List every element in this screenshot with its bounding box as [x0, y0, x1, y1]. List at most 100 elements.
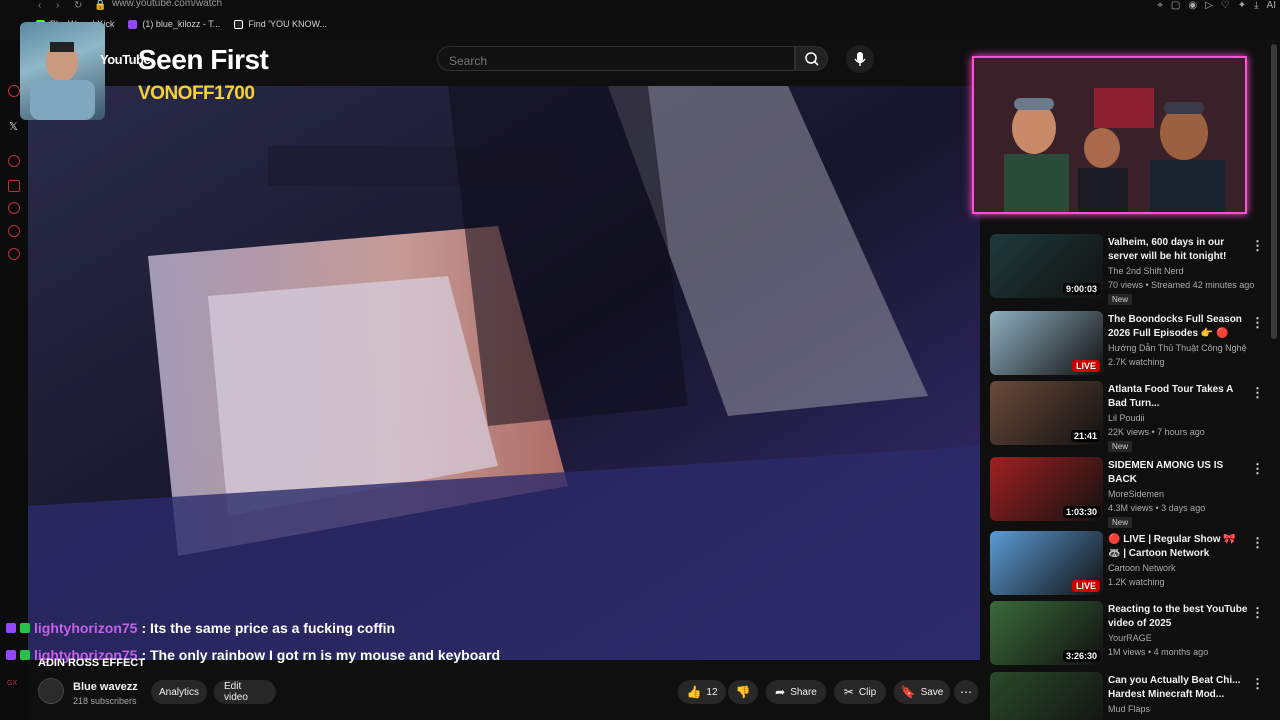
more-icon[interactable]: ⋮ — [1251, 385, 1264, 401]
chat-text: : Its the same price as a fucking coffin — [141, 620, 396, 636]
rail-bookmark-icon[interactable] — [8, 180, 20, 192]
new-badge: New — [1108, 441, 1133, 452]
dislike-button[interactable]: 👎 — [728, 680, 758, 704]
new-badge: New — [1108, 294, 1133, 305]
overlay-caption: ADIN ROSS EFFECT — [38, 657, 145, 669]
recommendations-list: 9:00:03 Valheim, 600 days in our server w… — [990, 214, 1270, 720]
rail-settings-icon[interactable] — [8, 248, 20, 260]
chat-username: lightyhorizon75 — [34, 620, 138, 636]
recommendation-channel[interactable]: The 2nd Shift Nerd — [1108, 266, 1184, 276]
rail-chat-icon[interactable] — [8, 225, 20, 237]
recommendation-meta: 4.3M views • 3 days ago — [1108, 503, 1206, 513]
heart-icon[interactable]: ♡ — [1221, 0, 1230, 11]
recommendation-channel[interactable]: MoreSidemen — [1108, 489, 1164, 499]
more-actions-button[interactable]: ⋯ — [954, 680, 978, 704]
search-input[interactable] — [437, 46, 795, 71]
shield-icon[interactable]: ◉ — [1188, 0, 1197, 11]
video-thumbnail[interactable]: 3:26:30 — [990, 601, 1103, 665]
recommendation-item[interactable]: 9:00:03 Valheim, 600 days in our server w… — [990, 234, 1270, 306]
copy-icon[interactable]: ▢ — [1171, 0, 1180, 11]
live-badge: LIVE — [1071, 360, 1100, 372]
save-button[interactable]: 🔖 Save — [894, 680, 950, 704]
recommendation-title[interactable]: Can you Actually Beat Chi... Hardest Min… — [1108, 674, 1248, 702]
browser-toolbar: ‹ › ↻ 🔒 www.youtube.com/watch ⌖ ▢ ◉ ▷ ♡ … — [0, 0, 1280, 40]
search-button[interactable] — [795, 46, 828, 71]
analytics-button[interactable]: Analytics — [151, 680, 207, 704]
recommendation-channel[interactable]: YourRAGE — [1108, 633, 1152, 643]
recommendation-channel[interactable]: Mud Flaps — [1108, 704, 1150, 714]
recommendation-meta: 22K views • 7 hours ago — [1108, 427, 1205, 437]
video-thumbnail[interactable]: 21:41 — [990, 381, 1103, 445]
ai-icon[interactable]: AI — [1267, 0, 1276, 11]
recommendation-channel[interactable]: Lil Poudii — [1108, 413, 1145, 423]
nav-row: ‹ › ↻ 🔒 www.youtube.com/watch ⌖ ▢ ◉ ▷ ♡ … — [0, 0, 1280, 12]
channel-name[interactable]: Blue wavezz — [73, 681, 138, 693]
edit-video-button[interactable]: Edit video — [214, 680, 276, 704]
recommendation-channel[interactable]: Hướng Dẫn Thủ Thuật Công Nghệ — [1108, 343, 1247, 353]
recommendation-title[interactable]: The Boondocks Full Season 2026 Full Epis… — [1108, 313, 1248, 341]
video-thumbnail[interactable] — [990, 672, 1103, 720]
video-thumbnail[interactable]: LIVE — [990, 311, 1103, 375]
more-icon[interactable]: ⋮ — [1251, 605, 1264, 621]
video-player[interactable] — [28, 86, 980, 660]
thumbs-up-icon: 👍 — [686, 685, 702, 699]
more-icon[interactable]: ⋮ — [1251, 238, 1264, 254]
rail-clock-icon[interactable] — [8, 202, 20, 214]
x-icon[interactable]: 𝕏 — [9, 120, 18, 133]
video-thumbnail[interactable]: 1:03:30 — [990, 457, 1103, 521]
bookmark-twitch[interactable]: (1) blue_kilozz - T... — [128, 19, 220, 29]
like-button[interactable]: 👍 12 — [678, 680, 726, 704]
recommendation-title[interactable]: Reacting to the best YouTube video of 20… — [1108, 603, 1248, 631]
recommendation-title[interactable]: SIDEMEN AMONG US IS BACK — [1108, 459, 1248, 487]
voice-search-button[interactable] — [846, 45, 874, 73]
recommendation-item[interactable]: LIVE 🔴 LIVE | Regular Show 🎀 🦝 | Cartoon … — [990, 531, 1270, 603]
channel-avatar[interactable] — [38, 678, 64, 704]
subscriber-count: 218 subscribers — [73, 696, 137, 706]
duration-badge: 21:41 — [1070, 430, 1100, 442]
browser-side-rail: 𝕏 GX — [0, 40, 28, 720]
extension-icons: ⌖ ▢ ◉ ▷ ♡ ✦ ⤓ AI — [1157, 0, 1276, 11]
recommendation-item[interactable]: Can you Actually Beat Chi... Hardest Min… — [990, 672, 1270, 720]
recommendation-item[interactable]: 21:41 Atlanta Food Tour Takes A Bad Turn.… — [990, 381, 1270, 453]
reload-icon[interactable]: ↻ — [74, 0, 82, 11]
recommendation-item[interactable]: LIVE The Boondocks Full Season 2026 Full … — [990, 311, 1270, 383]
scrollbar[interactable] — [1271, 44, 1277, 339]
facecam-overlay — [972, 56, 1247, 214]
recommendation-meta: 1M views • 4 months ago — [1108, 647, 1209, 657]
duration-badge: 9:00:03 — [1062, 283, 1100, 295]
recommendation-channel[interactable]: Cartoon Network — [1108, 563, 1176, 573]
chat-check-icon — [20, 650, 30, 660]
back-icon[interactable]: ‹ — [38, 0, 41, 11]
more-icon[interactable]: ⋮ — [1251, 315, 1264, 331]
duration-badge: 1:03:30 — [1062, 506, 1100, 518]
rail-app-icon[interactable] — [8, 85, 20, 97]
video-thumbnail[interactable]: 9:00:03 — [990, 234, 1103, 298]
overlay-subline: VONOFF1700 — [138, 83, 255, 104]
more-icon[interactable]: ⋮ — [1251, 676, 1264, 692]
more-icon: ⋯ — [960, 685, 972, 699]
pin-icon[interactable]: ⌖ — [1157, 0, 1163, 11]
recommendation-item[interactable]: 3:26:30 Reacting to the best YouTube vide… — [990, 601, 1270, 673]
new-badge: New — [1108, 517, 1133, 528]
bookmark-icon: 🔖 — [900, 685, 916, 699]
bookmark-find[interactable]: Find 'YOU KNOW... — [234, 19, 327, 29]
rail-record-icon[interactable] — [8, 155, 20, 167]
recommendation-title[interactable]: Atlanta Food Tour Takes A Bad Turn... — [1108, 383, 1248, 411]
puzzle-icon[interactable]: ✦ — [1238, 0, 1246, 11]
more-icon[interactable]: ⋮ — [1251, 535, 1264, 551]
download-icon[interactable]: ⤓ — [1254, 0, 1258, 11]
forward-icon[interactable]: › — [56, 0, 59, 11]
recommendation-title[interactable]: Valheim, 600 days in our server will be … — [1108, 236, 1248, 264]
rail-gx-icon[interactable]: GX — [7, 680, 17, 687]
video-thumbnail[interactable]: LIVE — [990, 531, 1103, 595]
clip-button[interactable]: ✂ Clip — [834, 680, 886, 704]
address-bar[interactable]: www.youtube.com/watch — [112, 0, 222, 9]
recommendation-item[interactable]: 1:03:30 SIDEMEN AMONG US IS BACK MoreSidem… — [990, 457, 1270, 529]
screen: ‹ › ↻ 🔒 www.youtube.com/watch ⌖ ▢ ◉ ▷ ♡ … — [0, 0, 1280, 720]
recommendation-title[interactable]: 🔴 LIVE | Regular Show 🎀 🦝 | Cartoon Netw… — [1108, 533, 1248, 561]
share-button[interactable]: ➦ Share — [766, 680, 826, 704]
play-icon[interactable]: ▷ — [1205, 0, 1213, 11]
recommendation-meta: 1.2K watching — [1108, 577, 1165, 587]
more-icon[interactable]: ⋮ — [1251, 461, 1264, 477]
chat-badge-icon — [6, 623, 16, 633]
